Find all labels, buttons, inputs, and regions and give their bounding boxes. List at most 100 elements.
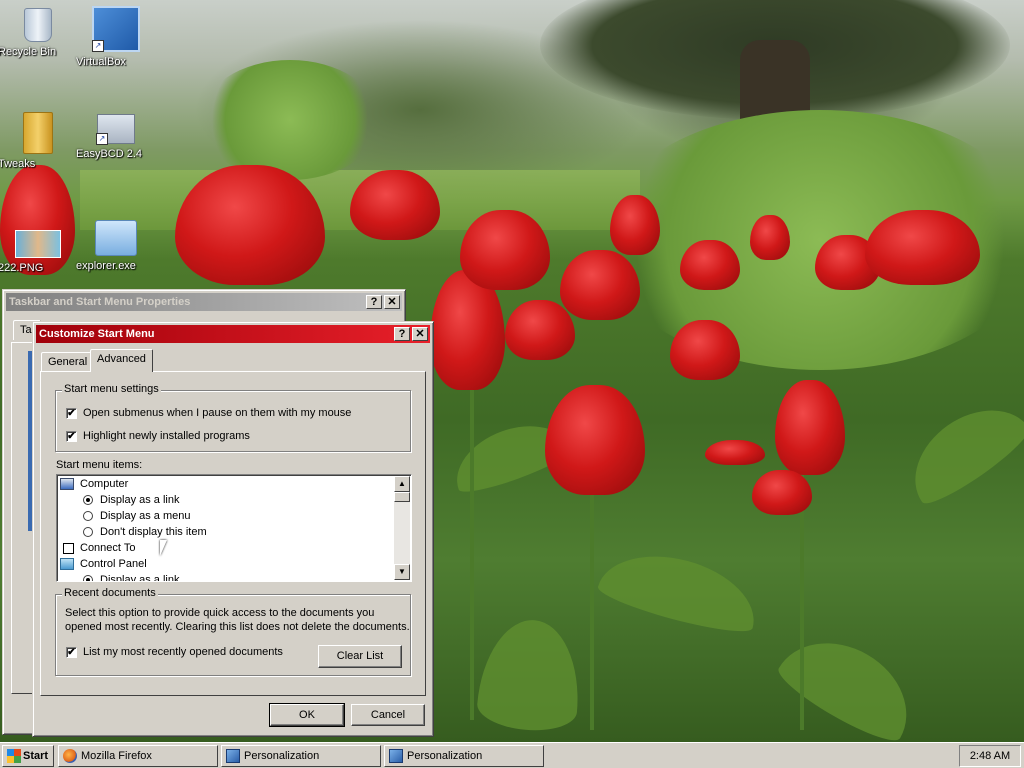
list-item[interactable]: Computer bbox=[57, 476, 393, 492]
list-item-label: Connect To bbox=[80, 542, 136, 554]
wallpaper-leaf bbox=[894, 388, 1024, 512]
start-menu-items-label: Start menu items: bbox=[56, 459, 143, 471]
radio-display-link[interactable] bbox=[83, 495, 93, 505]
wallpaper-tulip bbox=[545, 385, 645, 495]
ok-button[interactable]: OK bbox=[269, 703, 345, 727]
highlight-programs-checkbox[interactable]: ✔ bbox=[66, 431, 77, 442]
radio-dont-display[interactable] bbox=[83, 527, 93, 537]
wallpaper-leaf bbox=[594, 540, 766, 640]
open-submenus-checkbox[interactable]: ✔ bbox=[66, 408, 77, 419]
wallpaper-leaf bbox=[475, 615, 585, 735]
list-item[interactable]: Display as a link bbox=[57, 572, 393, 582]
personalization-icon bbox=[226, 749, 240, 763]
customize-start-menu-titlebar[interactable]: Customize Start Menu ? ✕ bbox=[36, 325, 430, 343]
wallpaper-tulip bbox=[750, 215, 790, 260]
desktop-icon-tweaks[interactable]: Tweaks bbox=[0, 112, 78, 170]
desktop-icon-explorer[interactable]: explorer.exe bbox=[76, 220, 156, 272]
list-item[interactable]: Display as a link bbox=[57, 492, 393, 508]
recycle-bin-icon bbox=[24, 8, 52, 42]
connect-to-checkbox[interactable] bbox=[63, 543, 74, 554]
desktop-icon-recycle-bin[interactable]: Recycle Bin bbox=[0, 8, 78, 58]
wallpaper-tulip bbox=[752, 470, 812, 515]
start-menu-items-list[interactable]: Computer Display as a link Display as a … bbox=[56, 474, 412, 582]
virtualbox-icon: ↗ bbox=[92, 6, 140, 52]
list-scrollbar[interactable]: ▲ ▼ bbox=[394, 476, 410, 580]
wallpaper-stem bbox=[590, 470, 594, 730]
wallpaper-tulip bbox=[670, 320, 740, 380]
desktop-icon-label: 222.PNG bbox=[0, 262, 44, 274]
list-item[interactable]: Display as a menu bbox=[57, 508, 393, 524]
folder-icon bbox=[23, 112, 53, 154]
shortcut-arrow-icon: ↗ bbox=[96, 133, 108, 145]
taskbar-item-firefox[interactable]: Mozilla Firefox bbox=[58, 745, 218, 767]
list-recent-documents-checkbox[interactable]: ✔ bbox=[66, 647, 77, 658]
wallpaper-tulip bbox=[610, 195, 660, 255]
image-file-icon bbox=[15, 230, 61, 258]
scroll-down-arrow-icon[interactable]: ▼ bbox=[394, 564, 410, 580]
list-item[interactable]: Control Panel bbox=[57, 556, 393, 572]
taskbar-item-label: Personalization bbox=[407, 750, 483, 762]
desktop-icon-easybcd[interactable]: ↗ EasyBCD 2.4 bbox=[76, 114, 156, 160]
list-item-label: Don't display this item bbox=[100, 526, 207, 538]
scroll-thumb[interactable] bbox=[394, 492, 410, 502]
list-item-label: Display as a link bbox=[100, 574, 180, 582]
easybcd-icon: ↗ bbox=[96, 114, 135, 145]
customize-start-menu-dialog: Customize Start Menu ? ✕ General Advance… bbox=[32, 321, 434, 737]
recent-documents-group: Recent documents Select this option to p… bbox=[55, 587, 411, 676]
mouse-cursor-icon bbox=[160, 540, 167, 556]
help-button[interactable]: ? bbox=[366, 295, 382, 309]
cancel-button[interactable]: Cancel bbox=[351, 704, 425, 726]
wallpaper-tulip bbox=[560, 250, 640, 320]
taskbar-properties-titlebar[interactable]: Taskbar and Start Menu Properties ? ✕ bbox=[6, 293, 402, 311]
firefox-icon bbox=[63, 749, 77, 763]
wallpaper-tulip bbox=[175, 165, 325, 285]
start-menu-settings-group: Start menu settings ✔ Open submenus when… bbox=[55, 383, 411, 452]
close-button[interactable]: ✕ bbox=[412, 327, 428, 341]
wallpaper-shrub bbox=[200, 60, 380, 180]
desktop-icon-virtualbox[interactable]: ↗ VirtualBox bbox=[76, 6, 156, 68]
system-tray-clock[interactable]: 2:48 AM bbox=[959, 745, 1021, 767]
list-item[interactable]: Connect To bbox=[57, 540, 393, 556]
group-legend: Start menu settings bbox=[62, 383, 161, 395]
list-recent-documents-label[interactable]: List my most recently opened documents bbox=[83, 646, 283, 658]
taskbar-item-label: Personalization bbox=[244, 750, 320, 762]
desktop-icon-label: Recycle Bin bbox=[0, 46, 57, 58]
list-item-label: Control Panel bbox=[80, 558, 147, 570]
desktop-icon-label: VirtualBox bbox=[76, 56, 126, 68]
control-panel-icon bbox=[60, 558, 74, 570]
list-item-label: Display as a link bbox=[100, 494, 180, 506]
desktop-icon-label: EasyBCD 2.4 bbox=[76, 148, 143, 160]
advanced-tab-panel: Start menu settings ✔ Open submenus when… bbox=[40, 371, 426, 696]
wallpaper-tulip bbox=[775, 380, 845, 475]
wallpaper-tulip bbox=[460, 210, 550, 290]
taskbar-item-label: Mozilla Firefox bbox=[81, 750, 152, 762]
shortcut-arrow-icon: ↗ bbox=[92, 40, 104, 52]
clear-list-button[interactable]: Clear List bbox=[318, 645, 402, 668]
computer-icon bbox=[95, 220, 137, 256]
list-item[interactable]: Don't display this item bbox=[57, 524, 393, 540]
wallpaper-tulip bbox=[350, 170, 440, 240]
windows-logo-icon bbox=[7, 749, 21, 763]
radio-display-menu[interactable] bbox=[83, 511, 93, 521]
radio-display-link[interactable] bbox=[83, 575, 93, 581]
help-button[interactable]: ? bbox=[394, 327, 410, 341]
wallpaper-tulip bbox=[705, 440, 765, 465]
open-submenus-label[interactable]: Open submenus when I pause on them with … bbox=[83, 407, 351, 419]
personalization-icon bbox=[389, 749, 403, 763]
close-button[interactable]: ✕ bbox=[384, 295, 400, 309]
scroll-up-arrow-icon[interactable]: ▲ bbox=[394, 476, 410, 492]
window-title: Taskbar and Start Menu Properties bbox=[9, 296, 191, 308]
start-button[interactable]: Start bbox=[2, 745, 54, 767]
taskbar-item-personalization[interactable]: Personalization bbox=[221, 745, 381, 767]
group-legend: Recent documents bbox=[62, 587, 158, 599]
desktop-icon-222-png[interactable]: 222.PNG bbox=[0, 230, 78, 274]
highlight-programs-label[interactable]: Highlight newly installed programs bbox=[83, 430, 250, 442]
taskbar-item-personalization[interactable]: Personalization bbox=[384, 745, 544, 767]
tab-advanced[interactable]: Advanced bbox=[90, 349, 153, 372]
desktop-icon-label: Tweaks bbox=[0, 158, 36, 170]
computer-icon bbox=[60, 478, 74, 490]
dialog-title: Customize Start Menu bbox=[39, 328, 155, 340]
wallpaper-tulip bbox=[505, 300, 575, 360]
tab-general[interactable]: General bbox=[41, 352, 95, 372]
recent-description-line1: Select this option to provide quick acce… bbox=[65, 607, 375, 619]
